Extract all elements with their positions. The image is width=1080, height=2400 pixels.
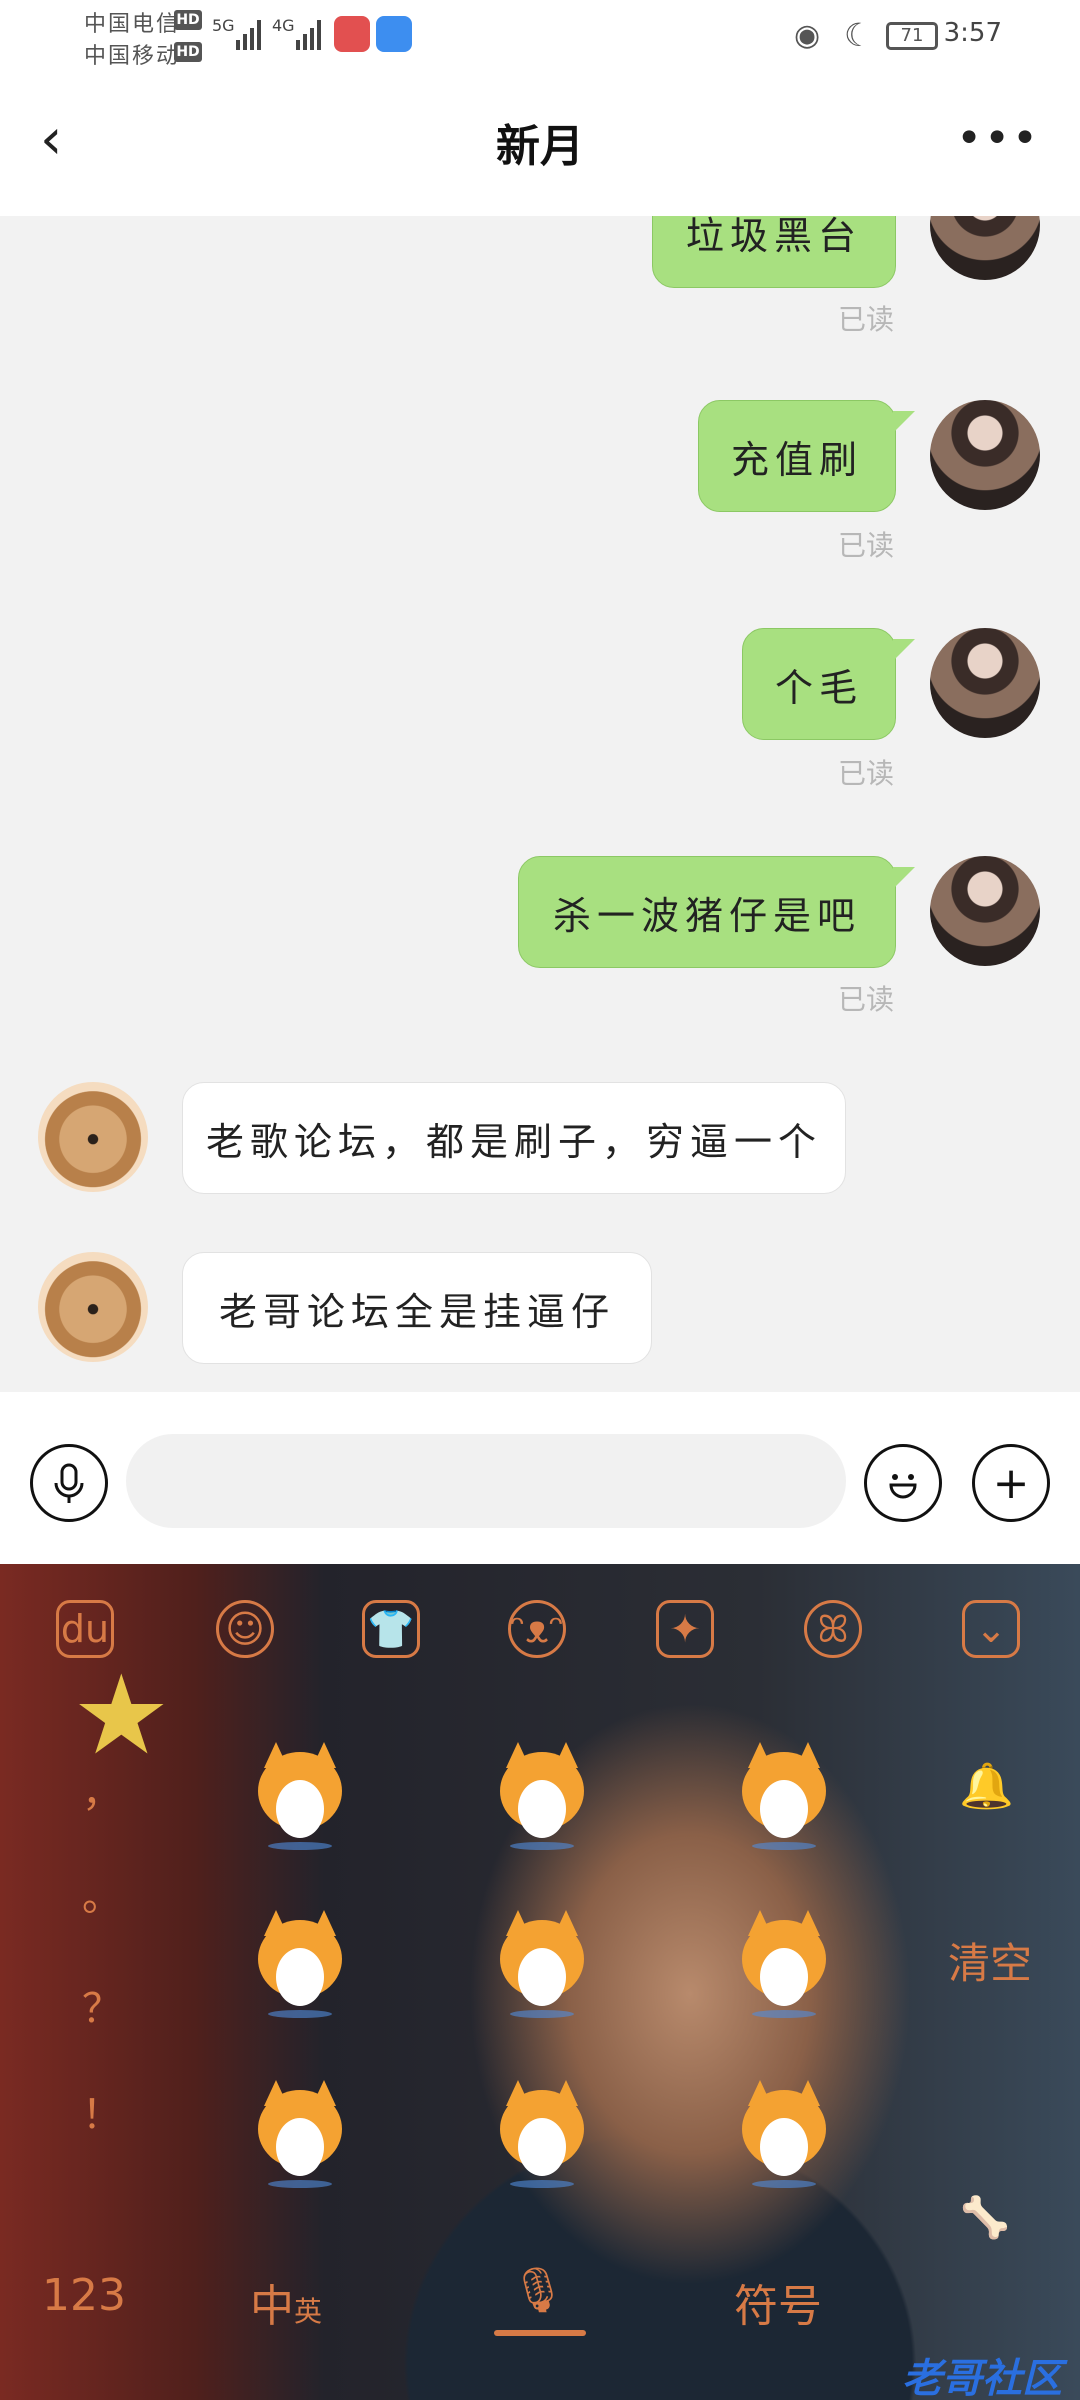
- message-bubble-sent[interactable]: 充值刷: [698, 400, 915, 512]
- chat-messages: 垃圾黑台 已读 充值刷 已读 个毛 已读 杀一波猪仔是吧 已读 老歌论坛，都是刷…: [0, 216, 1080, 1392]
- signal-icon: [236, 18, 261, 50]
- clock: 3:57: [943, 18, 1002, 48]
- star-decoration: ★: [72, 1651, 171, 1779]
- read-receipt: 已读: [838, 529, 895, 562]
- shiba-emoji[interactable]: [254, 2080, 346, 2188]
- smiley-icon[interactable]: [864, 1444, 942, 1522]
- avatar[interactable]: [930, 216, 1040, 280]
- chat-header: ‹ 新月 •••: [0, 72, 1080, 216]
- eye-icon: ◉: [794, 18, 821, 53]
- carrier-1: 中国电信: [84, 12, 181, 37]
- key-language[interactable]: 中英: [250, 2270, 322, 2334]
- microphone-icon[interactable]: [30, 1444, 108, 1522]
- shiba-emoji[interactable]: [254, 1742, 346, 1850]
- signal-icon: [296, 18, 321, 50]
- key-comma[interactable]: ，: [82, 1760, 122, 1818]
- hd-badge-1: HD: [174, 10, 202, 30]
- app-notification-icon: [334, 16, 370, 52]
- message-input[interactable]: [126, 1434, 846, 1528]
- bone-icon: 🦴: [960, 2195, 1010, 2241]
- hd-badge-2: HD: [174, 42, 202, 62]
- collapse-keyboard-icon[interactable]: ⌄: [962, 1600, 1020, 1658]
- network-type-1: 5G: [212, 16, 235, 35]
- emoticon-icon[interactable]: ᵔᴥᵔ: [508, 1600, 566, 1658]
- tshirt-icon[interactable]: 👕: [362, 1600, 420, 1658]
- key-symbols[interactable]: 符号: [734, 2270, 822, 2334]
- avatar[interactable]: [38, 1082, 148, 1192]
- shiba-emoji[interactable]: [738, 2080, 830, 2188]
- key-question[interactable]: ？: [82, 1976, 122, 2034]
- chat-app-notification-icon: [376, 16, 412, 52]
- plus-icon[interactable]: +: [972, 1444, 1050, 1522]
- page-title: 新月: [496, 121, 584, 172]
- microphone-icon[interactable]: 🎙: [510, 2264, 566, 2316]
- keyboard-panel: ★ du ☺ 👕 ᵔᴥᵔ ✦ ꕤ ⌄ ， 。 ？ ！ 🔔 清空 🦴 123 中英…: [0, 1564, 1080, 2400]
- shiba-emoji[interactable]: [496, 2080, 588, 2188]
- fox-icon[interactable]: ꕤ: [804, 1600, 862, 1658]
- avatar[interactable]: [930, 856, 1040, 966]
- message-bubble-received[interactable]: 老歌论坛，都是刷子，穷逼一个: [182, 1082, 846, 1194]
- avatar[interactable]: [930, 628, 1040, 738]
- moon-icon: ☾: [844, 16, 873, 54]
- space-bar[interactable]: [494, 2330, 586, 2336]
- key-period[interactable]: 。: [82, 1864, 122, 1922]
- read-receipt: 已读: [838, 983, 895, 1016]
- shiba-emoji[interactable]: [496, 1910, 588, 2018]
- more-dots-icon[interactable]: •••: [956, 117, 1040, 161]
- watermark: 老哥社区: [902, 2356, 1062, 2400]
- read-receipt: 已读: [838, 303, 895, 336]
- avatar[interactable]: [38, 1252, 148, 1362]
- battery-level: 71: [900, 25, 924, 46]
- key-exclaim[interactable]: ！: [82, 2082, 122, 2140]
- carrier-2: 中国移动: [84, 44, 181, 69]
- shiba-emoji[interactable]: [738, 1742, 830, 1850]
- read-receipt: 已读: [838, 757, 895, 790]
- sticker-icon[interactable]: ✦: [656, 1600, 714, 1658]
- du-logo-icon[interactable]: du: [56, 1600, 114, 1658]
- message-bubble-sent[interactable]: 垃圾黑台: [652, 216, 896, 288]
- message-bubble-sent[interactable]: 杀一波猪仔是吧: [518, 856, 915, 968]
- avatar[interactable]: [930, 400, 1040, 510]
- wink-smiley-icon[interactable]: ☺: [216, 1600, 274, 1658]
- message-bubble-sent[interactable]: 个毛: [742, 628, 915, 740]
- shiba-emoji[interactable]: [738, 1910, 830, 2018]
- status-bar: 中国电信 中国移动 HD HD 5G 4G ◉ ☾ 71 3:57: [0, 0, 1080, 72]
- clear-button[interactable]: 清空: [948, 1930, 1032, 1991]
- shiba-emoji[interactable]: [496, 1742, 588, 1850]
- bell-icon[interactable]: 🔔: [959, 1760, 1014, 1812]
- key-123[interactable]: 123: [42, 2270, 126, 2321]
- network-type-2: 4G: [272, 16, 295, 35]
- input-bar: +: [0, 1392, 1080, 1564]
- shiba-emoji[interactable]: [254, 1910, 346, 2018]
- message-bubble-received[interactable]: 老哥论坛全是挂逼仔: [182, 1252, 652, 1364]
- battery-icon: 71: [886, 22, 938, 50]
